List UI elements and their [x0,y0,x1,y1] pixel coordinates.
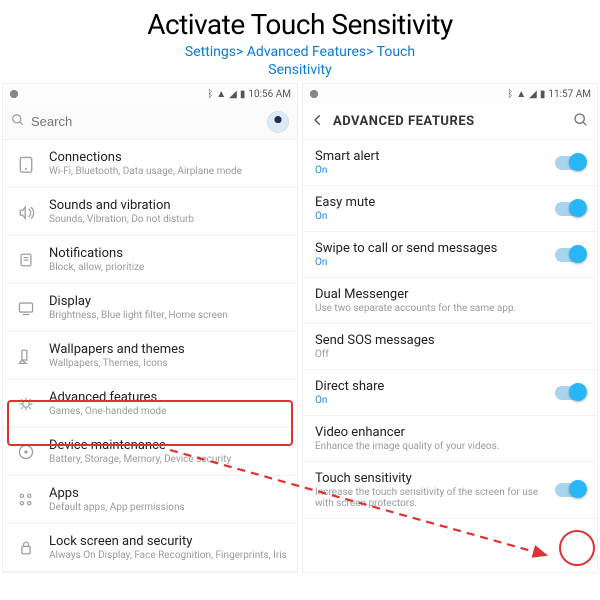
row-title: Swipe to call or send messages [315,241,555,256]
breadcrumb-line1: Settings> Advanced Features> Touch [0,43,600,61]
status-bar: ᛒ ▲ ◢ ▮ 10:56 AM [3,84,297,104]
status-bar: ᛒ ▲ ◢ ▮ 11:57 AM [303,84,597,104]
sounds-icon [13,203,39,221]
item-title: Connections [49,150,287,165]
settings-item-display[interactable]: DisplayBrightness, Blue light filter, Ho… [3,284,297,332]
item-subtitle: Sounds, Vibration, Do not disturb [49,214,287,225]
item-subtitle: Brightness, Blue light filter, Home scre… [49,310,287,321]
row-subtitle: On [315,395,555,406]
item-title: Advanced features [49,390,287,405]
notifications-icon [13,251,39,269]
item-subtitle: Wallpapers, Themes, Icons [49,358,287,369]
search-icon[interactable] [573,112,589,132]
row-title: Easy mute [315,195,555,210]
item-title: Notifications [49,246,287,261]
bluetooth-icon: ᛒ [207,89,213,100]
bluetooth-icon: ᛒ [507,89,513,100]
search-icon [11,112,25,131]
row-dual-messenger[interactable]: Dual MessengerUse two separate accounts … [303,278,597,324]
toggle-direct-share[interactable] [555,386,585,400]
row-subtitle: On [315,165,555,176]
settings-item-advanced-features[interactable]: Advanced featuresGames, One-handed mode [3,380,297,428]
row-title: Video enhancer [315,425,585,440]
settings-screen: ᛒ ▲ ◢ ▮ 10:56 AM ConnectionsWi-Fi, Bluet… [2,83,298,573]
search-bar[interactable] [3,104,297,140]
toggle-swipe-call[interactable] [555,248,585,262]
row-easy-mute[interactable]: Easy muteOn [303,186,597,232]
row-title: Direct share [315,379,555,394]
item-title: Apps [49,486,287,501]
apps-icon [13,491,39,509]
row-subtitle: Enhance the image quality of your videos… [315,441,585,452]
row-smart-alert[interactable]: Smart alertOn [303,140,597,186]
row-send-sos[interactable]: Send SOS messagesOff [303,324,597,370]
wallpapers-icon [13,347,39,365]
row-title: Smart alert [315,149,555,164]
signal-icon: ◢ [229,89,237,100]
item-title: Device maintenance [49,438,287,453]
advanced-features-screen: ᛒ ▲ ◢ ▮ 11:57 AM ADVANCED FEATURES Smart… [302,83,598,573]
row-swipe-call[interactable]: Swipe to call or send messagesOn [303,232,597,278]
advanced-features-icon [13,395,39,413]
settings-item-lock-screen[interactable]: Lock screen and securityAlways On Displa… [3,524,297,572]
row-subtitle: On [315,211,555,222]
item-subtitle: Always On Display, Face Recognition, Fin… [49,550,287,561]
row-subtitle: Off [315,349,585,360]
item-title: Lock screen and security [49,534,287,549]
search-input[interactable] [31,114,267,129]
device-maintenance-icon [13,443,39,461]
battery-icon: ▮ [240,89,246,100]
toggle-smart-alert[interactable] [555,156,585,170]
settings-item-notifications[interactable]: NotificationsBlock, allow, prioritize [3,236,297,284]
item-subtitle: Battery, Storage, Memory, Device securit… [49,454,287,465]
item-subtitle: Block, allow, prioritize [49,262,287,273]
wifi-icon: ▲ [216,89,226,100]
settings-item-connections[interactable]: ConnectionsWi-Fi, Bluetooth, Data usage,… [3,140,297,188]
signal-icon: ◢ [529,89,537,100]
settings-item-device-maintenance[interactable]: Device maintenanceBattery, Storage, Memo… [3,428,297,476]
advanced-features-list: Smart alertOnEasy muteOnSwipe to call or… [303,140,597,519]
item-subtitle: Default apps, App permissions [49,502,287,513]
item-subtitle: Games, One-handed mode [49,406,287,417]
item-title: Display [49,294,287,309]
toggle-easy-mute[interactable] [555,202,585,216]
battery-icon: ▮ [540,89,546,100]
breadcrumb: Settings> Advanced Features> Touch Sensi… [0,43,600,79]
reddit-icon [309,89,319,99]
row-title: Send SOS messages [315,333,585,348]
connections-icon [13,155,39,173]
highlight-touch-sensitivity-toggle [559,530,595,566]
row-title: Touch sensitivity [315,471,555,486]
settings-list: ConnectionsWi-Fi, Bluetooth, Data usage,… [3,140,297,572]
screen-title: ADVANCED FEATURES [333,114,573,129]
item-title: Wallpapers and themes [49,342,287,357]
row-subtitle: Use two separate accounts for the same a… [315,303,585,314]
settings-item-sounds[interactable]: Sounds and vibrationSounds, Vibration, D… [3,188,297,236]
item-subtitle: Wi-Fi, Bluetooth, Data usage, Airplane m… [49,166,287,177]
row-video-enhancer[interactable]: Video enhancerEnhance the image quality … [303,416,597,462]
item-title: Sounds and vibration [49,198,287,213]
status-time: 10:56 AM [248,89,291,100]
reddit-icon [9,89,19,99]
page-title: Activate Touch Sensitivity [0,8,600,41]
toggle-touch-sensitivity[interactable] [555,483,585,497]
lock-screen-icon [13,539,39,557]
row-subtitle: On [315,257,555,268]
avatar[interactable] [267,111,289,133]
back-button[interactable] [311,112,325,131]
settings-item-wallpapers[interactable]: Wallpapers and themesWallpapers, Themes,… [3,332,297,380]
wifi-icon: ▲ [516,89,526,100]
breadcrumb-line2: Sensitivity [0,61,600,79]
status-time: 11:57 AM [548,89,591,100]
title-bar: ADVANCED FEATURES [303,104,597,140]
row-touch-sensitivity[interactable]: Touch sensitivityIncrease the touch sens… [303,462,597,519]
display-icon [13,299,39,317]
row-subtitle: Increase the touch sensitivity of the sc… [315,487,555,509]
row-title: Dual Messenger [315,287,585,302]
row-direct-share[interactable]: Direct shareOn [303,370,597,416]
settings-item-apps[interactable]: AppsDefault apps, App permissions [3,476,297,524]
